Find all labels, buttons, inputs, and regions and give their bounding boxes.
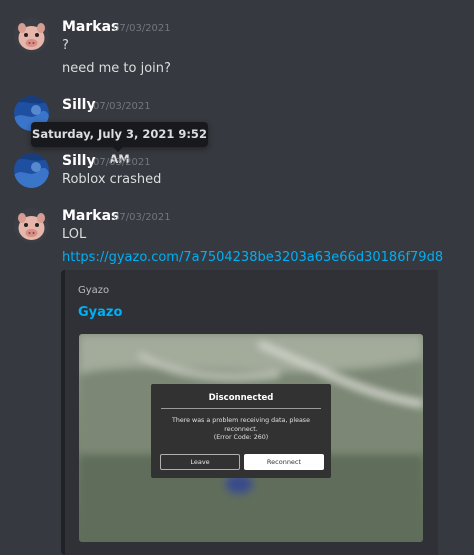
embed-provider[interactable]: Gyazo	[78, 285, 109, 296]
username[interactable]: Markas	[62, 208, 119, 224]
username[interactable]: Silly	[62, 97, 96, 113]
timestamp[interactable]: 07/03/2021	[93, 157, 151, 168]
link-embed: Gyazo Gyazo Disconnected There was a pro…	[61, 270, 438, 555]
dialog-message-line: reconnect.	[224, 425, 258, 433]
reconnect-button: Reconnect	[244, 454, 324, 470]
username[interactable]: Markas	[62, 19, 119, 35]
dialog-divider	[161, 408, 321, 409]
dialog-title: Disconnected	[208, 393, 274, 403]
avatar[interactable]	[14, 153, 49, 188]
disconnected-dialog: Disconnected There was a problem receivi…	[151, 384, 331, 478]
timestamp-tooltip: Saturday, July 3, 2021 9:52 AM	[31, 122, 208, 166]
embed-image[interactable]: Disconnected There was a problem receivi…	[79, 334, 423, 542]
leave-button: Leave	[160, 454, 240, 470]
timestamp[interactable]: 07/03/2021	[113, 23, 171, 34]
timestamp[interactable]: 07/03/2021	[93, 101, 151, 112]
message-text: Roblox crashed	[62, 172, 162, 187]
message-text: LOL	[62, 227, 87, 242]
dialog-message-line: (Error Code: 260)	[213, 434, 269, 441]
gyazo-link[interactable]: https://gyazo.com/7a7504238be3203a63e66d…	[62, 250, 443, 265]
message-text: ?	[62, 38, 69, 53]
blue-avatar-icon	[14, 153, 49, 188]
embed-title[interactable]: Gyazo	[78, 305, 122, 320]
pig-avatar-icon	[14, 208, 49, 243]
username[interactable]: Silly	[62, 153, 96, 169]
tooltip-arrow	[113, 147, 123, 152]
avatar[interactable]	[14, 18, 49, 53]
message-text: need me to join?	[62, 61, 171, 76]
dialog-message-line: There was a problem receiving data, plea…	[172, 417, 310, 424]
dialog-message: There was a problem receiving data, plea…	[163, 417, 319, 443]
timestamp[interactable]: 07/03/2021	[113, 212, 171, 223]
avatar[interactable]	[14, 208, 49, 243]
pig-avatar-icon	[14, 18, 49, 53]
